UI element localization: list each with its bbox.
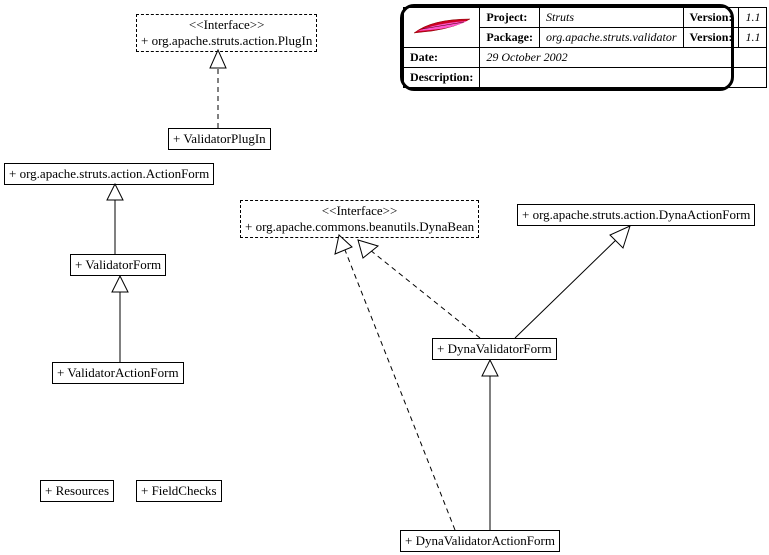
class-name: + Resources [45, 483, 109, 498]
class-dyna-validator-action-form: + DynaValidatorActionForm [400, 530, 560, 552]
class-plugin-interface: <<Interface>> + org.apache.struts.action… [136, 14, 317, 52]
class-name: + org.apache.struts.action.DynaActionFor… [522, 207, 750, 222]
feather-logo-icon [412, 17, 472, 35]
date-value: 29 October 2002 [480, 48, 767, 68]
class-name: + org.apache.struts.action.ActionForm [9, 166, 209, 181]
class-name: + DynaValidatorForm [437, 341, 552, 356]
project-value: Struts [539, 8, 683, 28]
class-action-form: + org.apache.struts.action.ActionForm [4, 163, 214, 185]
class-name: + org.apache.struts.action.PlugIn [141, 33, 312, 48]
date-label: Date: [404, 48, 480, 68]
class-dyna-validator-form: + DynaValidatorForm [432, 338, 557, 360]
class-name: + DynaValidatorActionForm [405, 533, 555, 548]
project-label: Project: [480, 8, 540, 28]
pkg-version-label: Version: [683, 28, 739, 48]
class-validator-action-form: + ValidatorActionForm [52, 362, 184, 384]
class-name: + org.apache.commons.beanutils.DynaBean [245, 219, 474, 234]
stereotype: <<Interface>> [141, 17, 312, 33]
info-panel: Project: Struts Version: 1.1 Package: or… [400, 4, 734, 91]
class-validator-form: + ValidatorForm [70, 254, 166, 276]
pkg-version-value: 1.1 [739, 28, 767, 48]
class-name: + ValidatorActionForm [57, 365, 179, 380]
version-value: 1.1 [739, 8, 767, 28]
version-label: Version: [683, 8, 739, 28]
class-field-checks: + FieldChecks [136, 480, 222, 502]
class-validator-plugin: + ValidatorPlugIn [168, 128, 271, 150]
package-label: Package: [480, 28, 540, 48]
class-name: + ValidatorForm [75, 257, 161, 272]
description-value [480, 68, 767, 88]
package-value: org.apache.struts.validator [539, 28, 683, 48]
class-name: + ValidatorPlugIn [173, 131, 266, 146]
stereotype: <<Interface>> [245, 203, 474, 219]
class-dynabean-interface: <<Interface>> + org.apache.commons.beanu… [240, 200, 479, 238]
class-name: + FieldChecks [141, 483, 217, 498]
class-dyna-action-form: + org.apache.struts.action.DynaActionFor… [517, 204, 755, 226]
class-resources: + Resources [40, 480, 114, 502]
description-label: Description: [404, 68, 480, 88]
